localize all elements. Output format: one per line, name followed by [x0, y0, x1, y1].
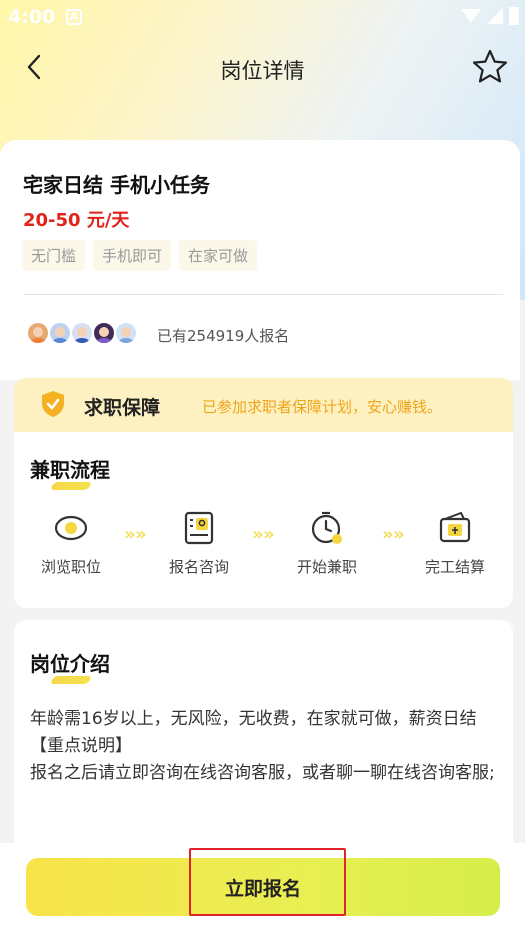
intro-line: 年龄需16岁以上，无风险，无收费，在家就可做，薪资日结: [30, 709, 477, 729]
star-outline-icon[interactable]: [471, 48, 509, 86]
chevron-right-icon: »: [393, 524, 404, 545]
title-underline: [49, 676, 93, 684]
job-title: 宅家日结 手机小任务: [23, 173, 210, 197]
chevron-right-icon: »: [124, 524, 135, 545]
status-time: 4:00: [8, 6, 56, 28]
signal-icon: [487, 8, 503, 24]
guarantee-text: 已参加求职者保障计划，安心赚钱。: [202, 398, 443, 416]
intro-text: 年龄需16岁以上，无风险，无收费，在家就可做，薪资日结 【重点说明】 报名之后请…: [30, 706, 500, 787]
wallet-icon: [439, 511, 471, 543]
step-label: 完工结算: [424, 558, 485, 576]
process-card: 兼职流程 浏览职位 » » 报名咨询 » » 开始兼职 » » 完工结算: [14, 432, 513, 608]
job-summary-card: 宅家日结 手机小任务 20-50 元/天 无门槛 手机即可 在家可做 已有254…: [0, 140, 520, 380]
job-tag: 在家可做: [179, 240, 258, 271]
shield-check-icon: [42, 391, 64, 417]
avatar: [26, 321, 50, 345]
avatar: [92, 321, 116, 345]
notification-icon: A: [66, 9, 82, 25]
intro-line: 报名之后请立即咨询在线咨询客服，或者聊一聊在线咨询客服;: [30, 763, 495, 783]
job-intro-card: 岗位介绍 年龄需16岁以上，无风险，无收费，在家就可做，薪资日结 【重点说明】 …: [14, 620, 513, 860]
divider: [23, 294, 503, 295]
signup-button[interactable]: 立即报名: [26, 858, 500, 916]
applicant-avatars: [26, 321, 138, 345]
step-label: 浏览职位: [40, 558, 101, 576]
profile-card-icon: [184, 511, 214, 545]
bottom-action-bar: 立即报名: [0, 843, 525, 933]
page-title: 岗位详情: [220, 59, 305, 83]
step-label: 开始兼职: [296, 558, 357, 576]
job-tag: 无门槛: [22, 240, 86, 271]
process-title: 兼职流程: [30, 458, 110, 482]
step-label: 报名咨询: [168, 558, 229, 576]
process-steps: 浏览职位 » » 报名咨询 » » 开始兼职 » » 完工结算: [14, 510, 513, 590]
guarantee-title: 求职保障: [84, 397, 161, 419]
job-tag: 手机即可: [93, 240, 172, 271]
signup-count: 已有254919人报名: [157, 327, 290, 345]
avatar: [114, 321, 138, 345]
process-step: 完工结算: [405, 510, 505, 577]
process-step: 报名咨询: [149, 510, 249, 577]
intro-line: 【重点说明】: [30, 736, 132, 756]
process-step: 开始兼职: [277, 510, 377, 577]
job-salary: 20-50 元/天: [23, 210, 130, 231]
status-bar: 4:00 A: [0, 0, 525, 34]
eye-icon: [54, 515, 88, 541]
nav-bar: 岗位详情: [0, 34, 525, 100]
chevron-right-icon: »: [263, 524, 274, 545]
intro-title: 岗位介绍: [30, 652, 110, 676]
wifi-icon: [461, 9, 481, 23]
chevron-right-icon: »: [135, 524, 146, 545]
status-icons: [461, 7, 519, 25]
clock-icon: [311, 511, 342, 544]
chevron-right-icon: »: [252, 524, 263, 545]
signup-button-label: 立即报名: [224, 877, 301, 900]
battery-icon: [509, 7, 519, 25]
guarantee-banner[interactable]: 求职保障 已参加求职者保障计划，安心赚钱。: [14, 378, 513, 432]
job-tags: 无门槛 手机即可 在家可做: [22, 240, 258, 271]
chevron-right-icon: »: [382, 524, 393, 545]
avatar: [48, 321, 72, 345]
title-underline: [49, 482, 93, 490]
process-step: 浏览职位: [21, 510, 121, 577]
avatar: [70, 321, 94, 345]
